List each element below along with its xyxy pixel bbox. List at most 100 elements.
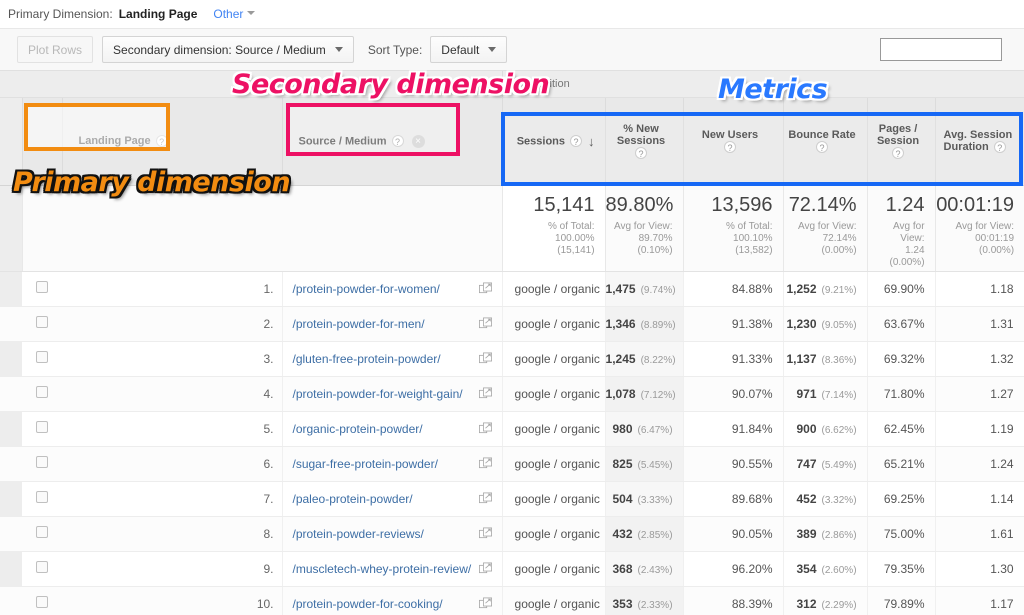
row-landing-page-link[interactable]: /protein-powder-for-women/ (293, 282, 440, 296)
row-sessions-value: 1,475 (605, 281, 636, 296)
row-checkbox[interactable] (36, 561, 48, 573)
row-checkbox-cell[interactable] (22, 516, 62, 552)
remove-secondary-dimension-icon[interactable]: × (411, 134, 425, 148)
summary-pages-per-session-sub: Avg for View: 1.24 (0.00%) (889, 220, 925, 268)
help-icon[interactable]: ? (570, 135, 583, 147)
help-icon[interactable]: ? (892, 147, 905, 160)
row-new-users: 1,252 (9.21%) (782, 271, 868, 307)
row-landing-page-link[interactable]: /protein-powder-for-cooking/ (293, 597, 443, 611)
row-checkbox[interactable] (36, 596, 48, 608)
header-new-users[interactable]: New Users? (682, 97, 784, 186)
table-row: 3. /gluten-free-protein-powder/google / o… (0, 341, 1024, 377)
row-checkbox[interactable] (36, 526, 48, 538)
row-checkbox[interactable] (36, 491, 48, 503)
chevron-down-icon[interactable] (247, 11, 256, 15)
row-landing-page-link[interactable]: /protein-powder-for-men/ (293, 317, 425, 331)
row-checkbox-cell[interactable] (22, 271, 62, 307)
table-row: 7. /paleo-protein-powder/google / organic… (0, 481, 1024, 517)
row-landing-page-link[interactable]: /gluten-free-protein-powder/ (293, 352, 441, 366)
row-pages-per-session: 1.30 (934, 551, 1024, 587)
row-checkbox[interactable] (36, 386, 48, 398)
row-bounce-rate: 69.25% (866, 481, 936, 517)
summary-bounce-rate: 72.14% Avg for View: 72.14% (0.00%) (782, 185, 868, 272)
primary-dimension-value[interactable]: Landing Page (119, 7, 198, 21)
open-in-new-window-icon[interactable] (478, 317, 492, 330)
help-icon[interactable]: ? (993, 141, 1006, 154)
row-checkbox[interactable] (36, 456, 48, 468)
help-icon[interactable]: ? (155, 135, 168, 148)
gutter-cell (0, 411, 22, 447)
row-sessions-value: 1,245 (605, 351, 636, 366)
primary-dimension-other[interactable]: Other (213, 7, 243, 21)
row-new-users-value: 900 (796, 421, 817, 436)
row-checkbox-cell[interactable] (22, 411, 62, 447)
row-landing-page-link[interactable]: /paleo-protein-powder/ (293, 492, 413, 506)
row-checkbox-cell[interactable] (22, 446, 62, 482)
open-in-new-window-icon[interactable] (478, 422, 492, 435)
row-sessions-value: 504 (612, 491, 633, 506)
report-table-container: Acquisition Landing Page? Source / Mediu… (0, 71, 1024, 615)
header-sessions[interactable]: Sessions? ↓ (501, 97, 606, 186)
gutter-cell (0, 271, 22, 307)
row-checkbox-cell[interactable] (22, 341, 62, 377)
row-sessions-percent: (7.12%) (640, 389, 676, 401)
help-icon[interactable]: ? (635, 147, 648, 160)
row-new-users: 389 (2.86%) (782, 516, 868, 552)
open-in-new-window-icon[interactable] (478, 457, 492, 470)
row-landing-page-cell: /protein-powder-for-cooking/ (281, 586, 503, 615)
header-landing-page[interactable]: Landing Page? (61, 97, 282, 186)
row-index: 7. (62, 481, 282, 517)
header-source-medium-label: Source / Medium (298, 134, 387, 147)
group-header-acquisition: Acquisition (501, 71, 1024, 98)
row-landing-page-link[interactable]: /muscletech-whey-protein-review/ (293, 562, 472, 576)
help-icon[interactable]: ? (816, 141, 829, 154)
header-avg-session-duration[interactable]: Avg. Session Duration? (934, 97, 1024, 186)
search-input[interactable] (880, 38, 1002, 61)
open-in-new-window-icon[interactable] (478, 562, 492, 575)
help-icon[interactable]: ? (724, 141, 737, 154)
row-source-medium: google / organic (501, 306, 606, 342)
header-sessions-label: Sessions (516, 134, 566, 147)
summary-sessions-value: 15,141 (533, 193, 595, 216)
row-checkbox-cell[interactable] (22, 586, 62, 615)
header-bounce-rate[interactable]: Bounce Rate? (782, 97, 868, 186)
header-percent-new-sessions[interactable]: % New Sessions? (604, 97, 684, 186)
open-in-new-window-icon[interactable] (478, 387, 492, 400)
row-landing-page-cell: /sugar-free-protein-powder/ (281, 446, 503, 482)
row-checkbox-cell[interactable] (22, 376, 62, 412)
row-source-medium: google / organic (501, 341, 606, 377)
row-landing-page-link[interactable]: /protein-powder-for-weight-gain/ (293, 387, 463, 401)
open-in-new-window-icon[interactable] (478, 597, 492, 610)
secondary-dimension-button[interactable]: Secondary dimension: Source / Medium (102, 36, 354, 63)
sort-type-button[interactable]: Default (430, 36, 508, 63)
row-landing-page-link[interactable]: /organic-protein-powder/ (293, 422, 423, 436)
help-icon[interactable]: ? (391, 135, 404, 147)
row-sessions-value: 432 (612, 526, 633, 541)
open-in-new-window-icon[interactable] (478, 352, 492, 365)
open-in-new-window-icon[interactable] (478, 282, 492, 295)
row-new-users-percent: (2.60%) (821, 564, 857, 576)
open-in-new-window-icon[interactable] (478, 492, 492, 505)
sort-descending-icon[interactable]: ↓ (588, 134, 595, 149)
row-checkbox[interactable] (36, 421, 48, 433)
row-checkbox[interactable] (36, 351, 48, 363)
row-sessions-value: 368 (612, 561, 633, 576)
row-checkbox-cell[interactable] (22, 481, 62, 517)
header-source-medium[interactable]: Source / Medium? × (281, 97, 503, 186)
row-checkbox-cell[interactable] (22, 551, 62, 587)
row-sessions-percent: (2.85%) (637, 529, 673, 541)
row-checkbox[interactable] (36, 281, 48, 293)
row-checkbox[interactable] (36, 316, 48, 328)
open-in-new-window-icon[interactable] (478, 527, 492, 540)
row-landing-page-link[interactable]: /protein-powder-reviews/ (293, 527, 424, 541)
row-new-users-percent: (2.86%) (821, 529, 857, 541)
row-landing-page-link[interactable]: /sugar-free-protein-powder/ (293, 457, 438, 471)
row-checkbox-cell[interactable] (22, 306, 62, 342)
row-bounce-rate: 69.32% (866, 341, 936, 377)
plot-rows-button[interactable]: Plot Rows (17, 36, 94, 63)
row-percent-new-sessions: 90.55% (682, 446, 784, 482)
header-pages-per-session[interactable]: Pages / Session? (866, 97, 936, 186)
row-new-users: 900 (6.62%) (782, 411, 868, 447)
row-new-users-percent: (6.62%) (821, 424, 857, 436)
row-sessions-value: 1,346 (605, 316, 636, 331)
